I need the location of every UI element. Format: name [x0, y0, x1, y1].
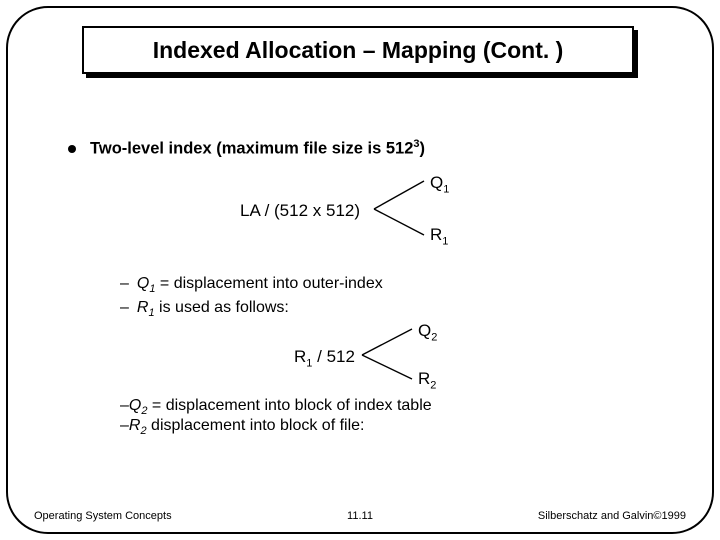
sub2-line1-var: Q — [129, 397, 141, 414]
sub2-line2: –R2 displacement into block of file: — [120, 417, 668, 437]
formula2-bot-var: R — [418, 369, 430, 388]
formula1-bot-var: R — [430, 225, 442, 244]
slide-title: Indexed Allocation – Mapping (Cont. ) — [153, 37, 564, 64]
footer-right: Silberschatz and Galvin©1999 — [538, 510, 686, 522]
sub2-line1: –Q2 = displacement into block of index t… — [120, 397, 668, 417]
sub2-line2-rest: displacement into block of file: — [147, 417, 365, 434]
top-bullet: Two-level index (maximum file size is 51… — [68, 138, 668, 159]
formula1-brace-icon — [68, 173, 668, 247]
sub2-line2-var: R — [129, 417, 141, 434]
dash-icon: – — [120, 397, 129, 414]
formula-1: LA / (512 x 512) Q1 R1 — [68, 173, 668, 247]
sub1-line2-var: R — [137, 299, 149, 316]
sub2-line1-rest: = displacement into block of index table — [147, 397, 431, 414]
formula2-brace-icon — [68, 323, 668, 387]
formula2-bot-sub: 2 — [430, 379, 436, 391]
sub1-line1-rest: = displacement into outer-index — [155, 275, 382, 292]
formula1-bot: R1 — [430, 225, 448, 247]
bullet-text-a: Two-level index (maximum file size is 51… — [90, 140, 413, 158]
footer-left: Operating System Concepts — [34, 510, 172, 522]
formula1-top-sub: 1 — [443, 183, 449, 195]
slide-frame: Indexed Allocation – Mapping (Cont. ) Tw… — [6, 6, 714, 534]
sublist-1: –Q1 = displacement into outer-index –R1 … — [120, 275, 668, 319]
formula1-top: Q1 — [430, 173, 449, 195]
title-container: Indexed Allocation – Mapping (Cont. ) — [82, 26, 638, 78]
dash-icon: – — [120, 275, 129, 292]
sub1-line2-rest: is used as follows: — [155, 299, 289, 316]
formula-2: R1 / 512 Q2 R2 — [68, 323, 668, 387]
sub1-line2: –R1 is used as follows: — [120, 299, 668, 319]
formula2-top-sub: 2 — [431, 331, 437, 343]
formula2-top-var: Q — [418, 321, 431, 340]
bullet-icon — [68, 145, 76, 153]
formula2-top: Q2 — [418, 321, 437, 343]
formula1-bot-sub: 1 — [442, 235, 448, 247]
sub1-line1-var: Q — [137, 275, 149, 292]
title-box: Indexed Allocation – Mapping (Cont. ) — [82, 26, 634, 74]
footer-center: 11.11 — [347, 510, 373, 522]
dash-icon: – — [120, 299, 129, 316]
dash-icon: – — [120, 417, 129, 434]
formula2-bot: R2 — [418, 369, 436, 391]
formula1-top-var: Q — [430, 173, 443, 192]
content-area: Two-level index (maximum file size is 51… — [68, 138, 668, 437]
sub1-line1: –Q1 = displacement into outer-index — [120, 275, 668, 295]
sublist-2: –Q2 = displacement into block of index t… — [120, 397, 668, 437]
bullet-text-b: ) — [420, 140, 426, 158]
